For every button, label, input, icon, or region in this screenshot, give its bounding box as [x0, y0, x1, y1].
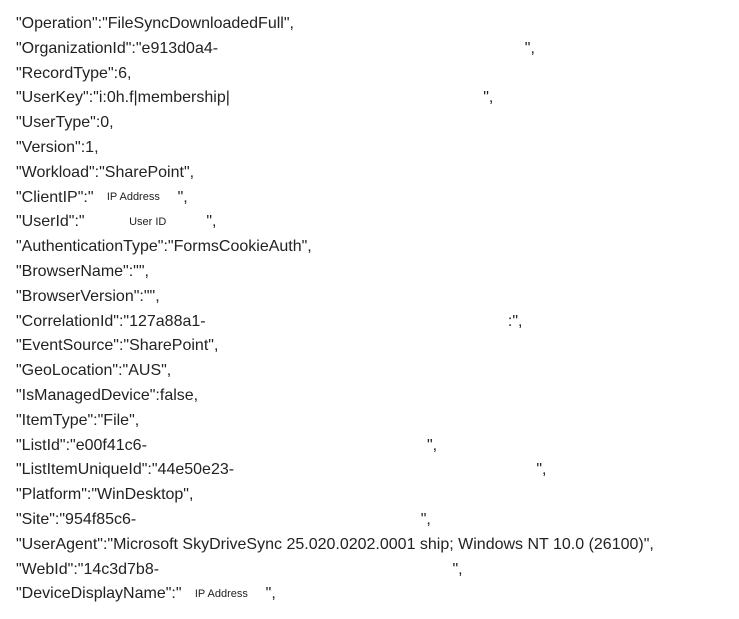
- log-line: "ClientIP":" IP Address ",: [16, 186, 731, 211]
- log-line: "UserType":0,: [16, 111, 731, 136]
- log-line: "RecordType":6,: [16, 62, 731, 87]
- log-line: "BrowserVersion":"",: [16, 285, 731, 310]
- log-line: "OrganizationId":"e913d0a4- ",: [16, 37, 731, 62]
- log-line: "BrowserName":"",: [16, 260, 731, 285]
- log-line: "DeviceDisplayName":" IP Address ",: [16, 582, 731, 607]
- log-line: "GeoLocation":"AUS",: [16, 359, 731, 384]
- log-line: "Operation":"FileSyncDownloadedFull",: [16, 12, 731, 37]
- log-line: "Workload":"SharePoint",: [16, 161, 731, 186]
- log-line: "ItemType":"File",: [16, 409, 731, 434]
- log-line: "IsManagedDevice":false,: [16, 384, 731, 409]
- log-line: "EventSource":"SharePoint",: [16, 334, 731, 359]
- log-line: "Platform":"WinDesktop",: [16, 483, 731, 508]
- redacted-placeholder: User ID: [129, 214, 166, 231]
- log-line: "AuthenticationType":"FormsCookieAuth",: [16, 235, 731, 260]
- log-line: "CorrelationId":"127a88a1- :",: [16, 310, 731, 335]
- log-line: "ListItemUniqueId":"44e50e23- ",: [16, 458, 731, 483]
- log-line: "UserAgent":"Microsoft SkyDriveSync 25.0…: [16, 533, 731, 558]
- log-line: "UserId":" User ID ",: [16, 210, 731, 235]
- log-line: "ListId":"e00f41c6- ",: [16, 434, 731, 459]
- redacted-placeholder: IP Address: [107, 189, 160, 206]
- log-line: "UserKey":"i:0h.f|membership| ",: [16, 86, 731, 111]
- log-line: "Version":1,: [16, 136, 731, 161]
- log-line: "Site":"954f85c6- ",: [16, 508, 731, 533]
- log-line: "WebId":"14c3d7b8- ",: [16, 558, 731, 583]
- redacted-placeholder: IP Address: [195, 586, 248, 603]
- json-log-block: "Operation":"FileSyncDownloadedFull","Or…: [0, 0, 739, 619]
